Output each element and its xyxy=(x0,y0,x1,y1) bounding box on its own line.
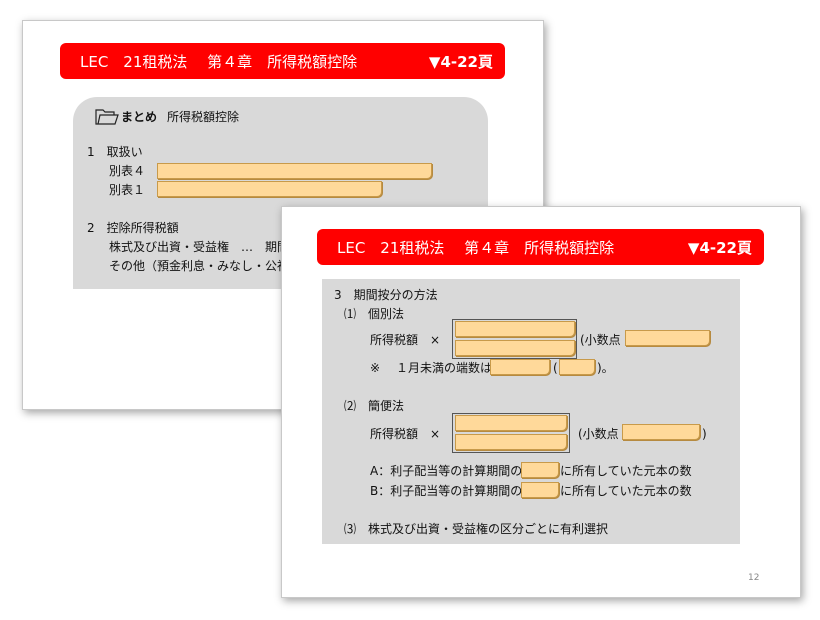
slide-2-content-panel: 3 期間按分の方法 ⑴ 個別法 所得税額 × (小数点 ※ １月未満の端数は (… xyxy=(322,279,740,544)
folder-icon xyxy=(95,109,119,125)
slide-1-banner-ref: ▼4-22頁 xyxy=(428,52,493,71)
answer-box-beppyo1 xyxy=(157,181,382,197)
section-1-row-1-label: 別表４ xyxy=(109,164,146,178)
section-2-line-1: 株式及び出資・受益権 … 期間 xyxy=(109,240,290,254)
section-1-heading: 1 取扱い xyxy=(87,145,143,159)
method-1-numerator-box xyxy=(455,321,575,337)
method-1-formula-label: 所得税額 × xyxy=(370,333,441,347)
section-2-heading: 2 控除所得税額 xyxy=(87,221,179,235)
slide-2-banner-title: LEC 21租税法 第４章 所得税額控除 xyxy=(337,238,615,257)
method-2-heading: ⑵ 簡便法 xyxy=(344,399,405,413)
summary-label: まとめ xyxy=(121,110,158,124)
method-1-paren-label: (小数点 xyxy=(580,333,621,347)
slide-2-banner: LEC 21租税法 第４章 所得税額控除 ▼4-22頁 xyxy=(317,229,764,265)
slide-1-banner-title: LEC 21租税法 第４章 所得税額控除 xyxy=(80,52,358,71)
method-2-decimal-box xyxy=(622,424,700,440)
definition-b-suffix: に所有していた元本の数 xyxy=(560,484,692,498)
method-2-paren-label: (小数点 xyxy=(578,427,619,441)
method-2-denominator-box xyxy=(455,434,567,450)
section-2-line-2: その他（預金利息・みなし・公社 xyxy=(109,259,290,273)
note-paren-close: )。 xyxy=(597,361,614,375)
method-2-paren-close: ) xyxy=(702,427,707,441)
method-1-denominator-box xyxy=(455,340,575,356)
slide-2: LEC 21租税法 第４章 所得税額控除 ▼4-22頁 3 期間按分の方法 ⑴ … xyxy=(281,206,801,598)
method-1-decimal-box xyxy=(625,330,710,346)
definition-a-box xyxy=(521,462,559,478)
note-paren-box xyxy=(559,359,595,375)
definition-a-prefix: A：利子配当等の計算期間の xyxy=(370,464,523,478)
slide-2-banner-ref: ▼4-22頁 xyxy=(687,238,752,257)
note-paren-open: ( xyxy=(553,361,558,375)
method-2-numerator-box xyxy=(455,415,567,431)
note-mark: ※ xyxy=(370,361,381,375)
slide-1-banner: LEC 21租税法 第４章 所得税額控除 ▼4-22頁 xyxy=(60,43,505,79)
method-3-heading: ⑶ 株式及び出資・受益権の区分ごとに有利選択 xyxy=(344,522,609,536)
section-1-row-2-label: 別表１ xyxy=(109,183,146,197)
note-text: １月未満の端数は xyxy=(396,361,493,375)
summary-title: 所得税額控除 xyxy=(167,110,240,124)
definition-b-prefix: B：利子配当等の計算期間の xyxy=(370,484,523,498)
definition-a-suffix: に所有していた元本の数 xyxy=(560,464,692,478)
method-2-formula-label: 所得税額 × xyxy=(370,427,441,441)
note-rounding-box xyxy=(490,359,550,375)
section-3-heading: 3 期間按分の方法 xyxy=(334,288,438,302)
definition-b-box xyxy=(521,482,559,498)
method-1-heading: ⑴ 個別法 xyxy=(344,307,405,321)
answer-box-beppyo4 xyxy=(157,163,432,179)
page-number: 12 xyxy=(748,573,760,583)
